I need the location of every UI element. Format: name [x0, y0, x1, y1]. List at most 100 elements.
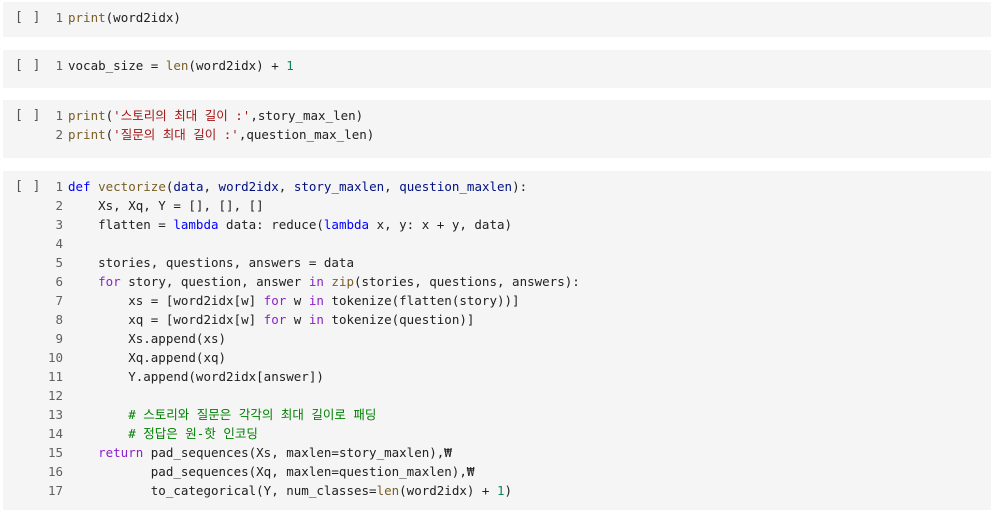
line-number: 15 — [47, 445, 63, 460]
line-number: 11 — [47, 369, 63, 384]
line-number: 4 — [55, 236, 63, 251]
code-token: in — [308, 274, 332, 289]
line-number: 1 — [55, 58, 63, 73]
code-text[interactable]: return pad_sequences(Xs, maxlen=story_ma… — [68, 443, 452, 462]
code-token: for — [263, 312, 294, 327]
line-number: 16 — [47, 464, 63, 479]
code-token: # 스토리와 질문은 각각의 최대 길이로 패딩 — [128, 407, 377, 422]
code-token: Xq.append(xq) — [68, 350, 227, 365]
code-token: Xs.append(xs) — [68, 331, 227, 346]
code-text[interactable]: Xs.append(xs) — [68, 329, 226, 348]
code-token: in — [308, 312, 332, 327]
line-number: 2 — [55, 198, 63, 213]
code-text[interactable]: Xq.append(xq) — [68, 348, 226, 367]
line-number: 1 — [55, 179, 63, 194]
code-token: story, question, answer — [128, 274, 309, 289]
code-token: print — [68, 108, 106, 123]
code-token: data: reduce( — [226, 217, 324, 232]
code-token: tokenize(flatten(story))] — [331, 293, 520, 308]
code-text[interactable]: Y.append(word2idx[answer]) — [68, 367, 324, 386]
code-token: question_maxlen — [399, 179, 513, 194]
code-cell[interactable]: [ ] 1 print('스토리의 최대 길이 :',story_max_len) 2… — [3, 100, 991, 158]
code-token: '질문의 최대 길이 :' — [113, 127, 239, 142]
code-token: (word2idx) + — [399, 483, 497, 498]
code-token: w — [293, 293, 309, 308]
code-text[interactable]: def vectorize(data, word2idx, story_maxl… — [68, 177, 527, 196]
line-number: 10 — [47, 350, 63, 365]
code-token: tokenize(question)] — [331, 312, 475, 327]
code-token: ) — [504, 483, 513, 498]
code-token: def — [68, 179, 99, 194]
code-token: in — [308, 293, 332, 308]
code-token: for — [98, 274, 129, 289]
code-token: , — [203, 179, 219, 194]
code-token: (word2idx) — [105, 10, 181, 25]
code-token: len — [165, 58, 189, 73]
code-token: Xs, Xq, Y = [], [], [] — [68, 198, 264, 213]
code-token: zip — [331, 274, 354, 289]
code-text[interactable]: Xs, Xq, Y = [], [], [] — [68, 196, 264, 215]
line-number: 5 — [55, 255, 63, 270]
code-token: xq = [word2idx[w] — [68, 312, 264, 327]
code-text[interactable]: # 정답은 원-핫 인코딩 — [68, 424, 258, 443]
code-token: word2idx — [218, 179, 279, 194]
code-token: vectorize — [98, 179, 166, 194]
line-number: 7 — [55, 293, 63, 308]
code-token: Y.append(word2idx[answer]) — [68, 369, 324, 384]
code-text[interactable]: # 스토리와 질문은 각각의 최대 길이로 패딩 — [68, 405, 376, 424]
code-token: return — [98, 445, 151, 460]
code-token: print — [68, 127, 106, 142]
code-token: flatten = — [68, 217, 174, 232]
code-text[interactable]: xs = [word2idx[w] for w in tokenize(flat… — [68, 291, 520, 310]
code-token: , — [278, 179, 294, 194]
code-token: x, y: x + y, data) — [376, 217, 513, 232]
line-number: 2 — [55, 127, 63, 142]
code-text[interactable]: for story, question, answer in zip(stori… — [68, 272, 580, 291]
line-number: 3 — [55, 217, 63, 232]
code-token: vocab_size = — [68, 58, 166, 73]
code-text[interactable]: print('질문의 최대 길이 :',question_max_len) — [68, 125, 374, 144]
code-token: for — [263, 293, 294, 308]
code-token: w — [293, 312, 309, 327]
code-token: '스토리의 최대 길이 :' — [113, 108, 251, 123]
code-text[interactable]: print('스토리의 최대 길이 :',story_max_len) — [68, 106, 363, 125]
code-cell[interactable]: [ ] 1 vocab_size = len(word2idx) + 1 — [3, 50, 991, 88]
line-number: 1 — [55, 10, 63, 25]
code-token: pad_sequences(Xs, maxlen=story_maxlen),₩ — [150, 445, 452, 460]
line-number: 1 — [55, 108, 63, 123]
code-token: pad_sequences(Xq, maxlen=question_maxlen… — [68, 464, 475, 479]
line-number: 14 — [47, 426, 63, 441]
code-token: story_maxlen — [293, 179, 385, 194]
code-token: (word2idx) + — [188, 58, 287, 73]
line-number: 17 — [47, 483, 63, 498]
code-text[interactable]: pad_sequences(Xq, maxlen=question_maxlen… — [68, 462, 475, 481]
code-cell[interactable]: [ ] 1 print(word2idx) — [3, 2, 991, 37]
code-token: 1 — [496, 483, 505, 498]
line-number: 6 — [55, 274, 63, 289]
code-text[interactable]: vocab_size = len(word2idx) + 1 — [68, 56, 294, 75]
line-number: 12 — [47, 388, 63, 403]
code-token: len — [376, 483, 400, 498]
code-text[interactable]: xq = [word2idx[w] for w in tokenize(ques… — [68, 310, 474, 329]
code-token: ): — [512, 179, 528, 194]
code-text[interactable]: print(word2idx) — [68, 8, 181, 27]
code-text[interactable]: stories, questions, answers = data — [68, 253, 354, 272]
code-token: lambda — [173, 217, 227, 232]
code-token: , — [384, 179, 400, 194]
code-token: ,story_max_len) — [250, 108, 364, 123]
code-text[interactable]: to_categorical(Y, num_classes=len(word2i… — [68, 481, 512, 500]
code-cell[interactable]: [ ] 1 def vectorize(data, word2idx, story_… — [3, 171, 991, 510]
code-token: (stories, questions, answers): — [354, 274, 580, 289]
code-token: xs = [word2idx[w] — [68, 293, 264, 308]
code-text[interactable]: flatten = lambda data: reduce(lambda x, … — [68, 215, 512, 234]
line-number: 9 — [55, 331, 63, 346]
code-token: data — [173, 179, 204, 194]
code-token: lambda — [323, 217, 377, 232]
code-token: print — [68, 10, 106, 25]
line-number: 13 — [47, 407, 63, 422]
code-token: ,question_max_len) — [238, 127, 375, 142]
